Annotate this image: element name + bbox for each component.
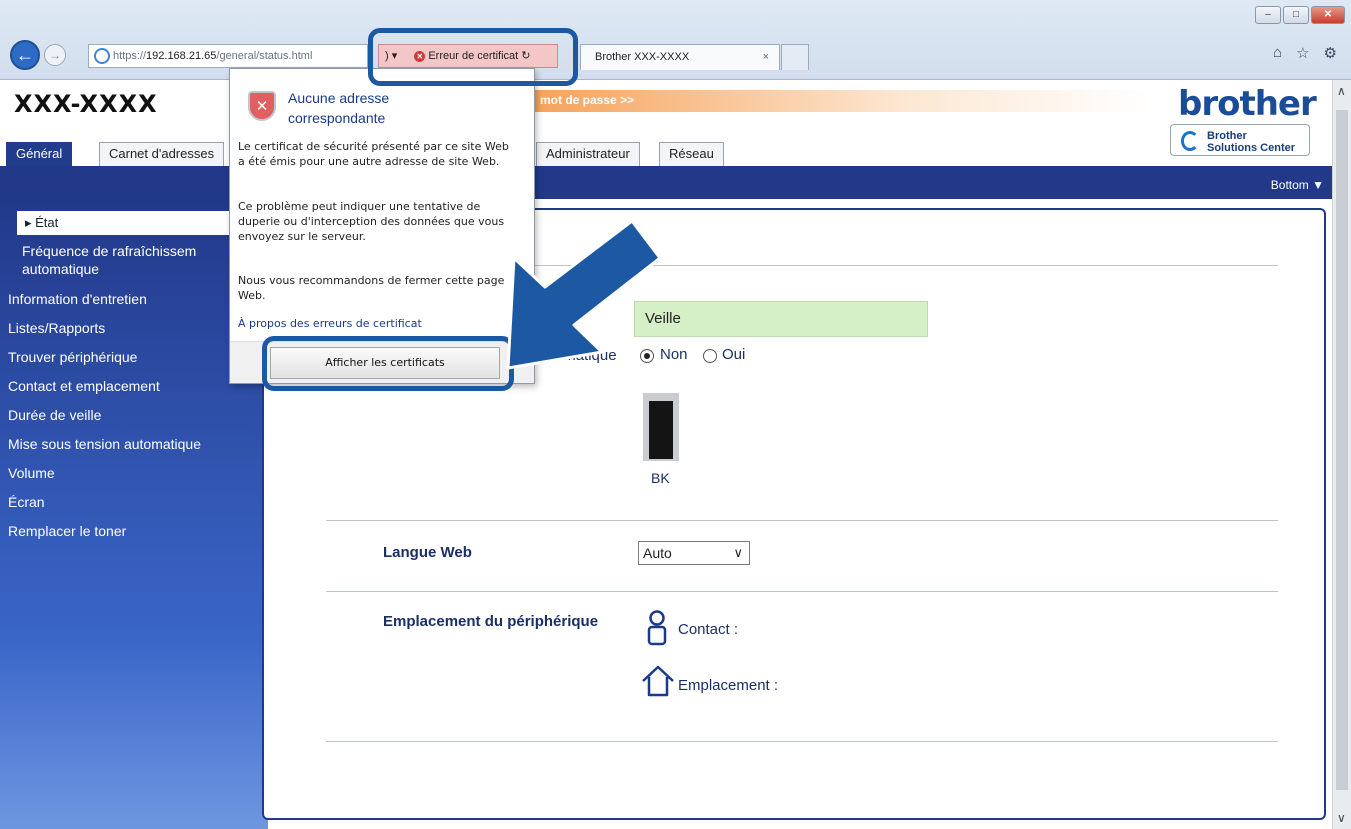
divider	[326, 591, 1278, 592]
sidebar-item-refresh-line2[interactable]: automatique	[22, 261, 99, 277]
browser-chrome: – □ ✕ ← → https://192.168.21.65/general/…	[0, 0, 1351, 80]
gear-icon[interactable]: ⚙	[1324, 44, 1337, 62]
radio-oui-label: Oui	[722, 346, 746, 363]
sidebar-item-sleep[interactable]: Durée de veille	[8, 407, 101, 423]
sidebar-item-find-device[interactable]: Trouver périphérique	[8, 349, 137, 365]
bsc-line2: Solutions Center	[1207, 142, 1296, 154]
radio-non[interactable]	[640, 349, 654, 363]
location-label: Emplacement :	[678, 677, 779, 694]
tab-network[interactable]: Réseau	[659, 142, 724, 166]
maximize-button[interactable]: □	[1283, 6, 1309, 24]
sidebar-item-refresh[interactable]: Fréquence de rafraîchissem	[22, 243, 196, 259]
password-link[interactable]: mot de passe >>	[540, 93, 634, 107]
bsc-line1: Brother	[1207, 130, 1247, 142]
home-icon[interactable]: ⌂	[1273, 44, 1282, 62]
page-title: XXX-XXXX	[14, 90, 158, 118]
chevron-down-icon[interactable]: ∨	[1337, 811, 1346, 825]
address-scheme: https://	[113, 50, 147, 62]
address-host: 192.168.21.65	[146, 50, 217, 62]
sidebar: ▸ État Fréquence de rafraîchissem automa…	[0, 199, 268, 829]
close-tab-icon[interactable]: ×	[763, 45, 769, 69]
web-language-value: Auto	[643, 545, 672, 561]
toner-level-fill	[649, 401, 673, 459]
arrow-left-icon: ←	[16, 44, 34, 65]
forward-button[interactable]: →	[44, 44, 66, 66]
radio-non-label: Non	[660, 346, 688, 363]
home-location-icon	[642, 665, 674, 697]
tab-address-book[interactable]: Carnet d'adresses	[99, 142, 225, 166]
popup-paragraph-1: Le certificat de sécurité présenté par c…	[238, 140, 509, 168]
back-button[interactable]: ←	[10, 40, 40, 70]
radio-oui[interactable]	[703, 349, 717, 363]
person-icon	[647, 610, 667, 646]
solutions-center-button[interactable]: Brother Solutions Center	[1170, 124, 1310, 156]
sidebar-item-contact[interactable]: Contact et emplacement	[8, 378, 160, 394]
tab-label: Brother XXX-XXXX	[595, 51, 690, 63]
window-controls: – □ ✕	[1255, 6, 1345, 24]
popup-heading-line1: Aucune adresse	[288, 90, 390, 106]
contact-label: Contact :	[678, 621, 739, 638]
tab-general[interactable]: Général	[6, 142, 73, 166]
divider	[326, 741, 1278, 742]
brother-swoosh-icon	[1181, 131, 1199, 151]
close-window-button[interactable]: ✕	[1311, 6, 1345, 24]
nav-band	[0, 166, 1332, 199]
popup-heading-line2: correspondante	[288, 110, 386, 126]
bottom-link[interactable]: Bottom ▼	[1271, 178, 1324, 192]
view-certificates-highlight	[262, 336, 514, 391]
web-language-select[interactable]: Auto ∨	[638, 541, 750, 565]
sidebar-item-power-on[interactable]: Mise sous tension automatique	[8, 436, 201, 452]
security-shield-icon: ✕	[248, 91, 276, 121]
certificate-error-highlight	[368, 28, 578, 86]
sidebar-item-screen[interactable]: Écran	[8, 494, 45, 510]
sidebar-item-toner[interactable]: Remplacer le toner	[8, 523, 126, 539]
vertical-scrollbar[interactable]: ∧ ∨	[1332, 80, 1351, 829]
tab-brother[interactable]: Brother XXX-XXXX ×	[580, 44, 780, 70]
new-tab-button[interactable]	[781, 44, 809, 70]
toolbar-icons: ⌂ ☆ ⚙	[1273, 44, 1337, 62]
arrow-right-icon: →	[49, 48, 61, 62]
popup-heading: Aucune adresse correspondante	[288, 88, 488, 128]
brother-logo: brother	[1178, 84, 1317, 124]
address-path: /general/status.html	[216, 50, 313, 62]
device-location-label: Emplacement du périphérique	[383, 613, 599, 630]
sidebar-item-maintenance[interactable]: Information d'entretien	[8, 291, 147, 307]
popup-paragraph-3: Nous vous recommandons de fermer cette p…	[238, 274, 505, 302]
star-icon[interactable]: ☆	[1296, 44, 1309, 62]
toner-level-bar	[643, 393, 679, 461]
chevron-up-icon[interactable]: ∧	[1337, 84, 1346, 98]
web-language-label: Langue Web	[383, 544, 472, 561]
web-page: XXX-XXXX mot de passe >> brother Brother…	[0, 80, 1332, 829]
device-status-field: Veille	[634, 301, 928, 337]
tab-administrator[interactable]: Administrateur	[536, 142, 640, 166]
auto-refresh-label: automatique	[534, 347, 617, 364]
chevron-down-icon: ∨	[733, 545, 743, 560]
minimize-button[interactable]: –	[1255, 6, 1281, 24]
divider	[326, 520, 1278, 521]
sidebar-item-volume[interactable]: Volume	[8, 465, 55, 481]
toner-label: BK	[651, 470, 670, 486]
certificate-errors-link[interactable]: À propos des erreurs de certificat	[238, 317, 422, 330]
ie-logo-icon	[94, 48, 110, 64]
sidebar-item-reports[interactable]: Listes/Rapports	[8, 320, 105, 336]
scrollbar-thumb[interactable]	[1336, 110, 1348, 790]
popup-paragraph-2: Ce problème peut indiquer une tentative …	[238, 200, 505, 243]
address-bar[interactable]: https://192.168.21.65/general/status.htm…	[88, 44, 368, 68]
